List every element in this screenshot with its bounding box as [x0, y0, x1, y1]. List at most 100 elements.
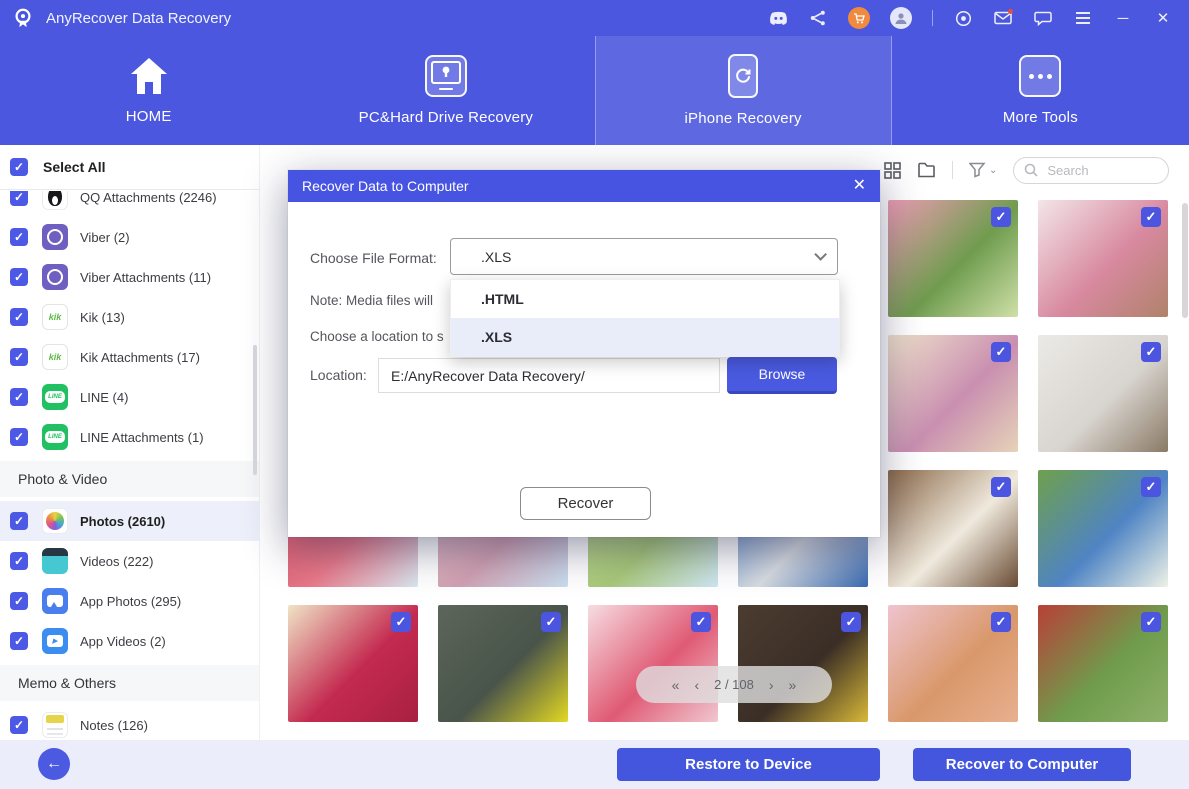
- tab-more-tools[interactable]: More Tools: [892, 36, 1189, 145]
- photo-checkbox[interactable]: [841, 612, 861, 632]
- item-checkbox[interactable]: [10, 716, 28, 734]
- recover-button[interactable]: Recover: [520, 487, 651, 520]
- videos-icon: [42, 548, 68, 574]
- photo-tile[interactable]: [738, 605, 868, 722]
- photo-tile[interactable]: [1038, 470, 1168, 587]
- sidebar-item-app-photos[interactable]: App Photos (295): [0, 581, 259, 621]
- sidebar-item-kik-attachments[interactable]: kikKik Attachments (17): [0, 337, 259, 377]
- mail-icon[interactable]: [993, 8, 1013, 28]
- photo-tile[interactable]: [288, 605, 418, 722]
- photo-tile[interactable]: [888, 335, 1018, 452]
- select-all-row[interactable]: Select All: [0, 145, 259, 190]
- item-checkbox[interactable]: [10, 348, 28, 366]
- item-checkbox[interactable]: [10, 228, 28, 246]
- photo-tile[interactable]: [438, 605, 568, 722]
- next-page-button[interactable]: ›: [769, 677, 774, 693]
- dialog-close-icon[interactable]: ✕: [853, 178, 866, 194]
- close-icon[interactable]: ✕: [1153, 8, 1173, 28]
- photo-tile[interactable]: [888, 200, 1018, 317]
- sidebar-item-label: App Photos (295): [80, 594, 181, 609]
- app-title: AnyRecover Data Recovery: [46, 10, 231, 27]
- first-page-button[interactable]: «: [672, 677, 680, 693]
- photo-checkbox[interactable]: [1141, 612, 1161, 632]
- dropdown-option[interactable]: .XLS: [451, 318, 839, 356]
- recover-to-computer-button[interactable]: Recover to Computer: [913, 748, 1131, 781]
- prev-page-button[interactable]: ‹: [694, 677, 699, 693]
- sidebar-item-photos[interactable]: Photos (2610): [0, 501, 259, 541]
- item-checkbox[interactable]: [10, 632, 28, 650]
- chat-icon[interactable]: [1033, 8, 1053, 28]
- photo-checkbox[interactable]: [391, 612, 411, 632]
- select-chevron-icon: [814, 248, 827, 261]
- sidebar-item-viber[interactable]: Viber (2): [0, 217, 259, 257]
- back-button[interactable]: ←: [38, 748, 70, 780]
- item-checkbox[interactable]: [10, 388, 28, 406]
- photo-checkbox[interactable]: [991, 207, 1011, 227]
- item-checkbox[interactable]: [10, 592, 28, 610]
- minimize-icon[interactable]: ─: [1113, 8, 1133, 28]
- grid-view-icon[interactable]: [884, 162, 901, 179]
- tab-pc-hard-drive-recovery[interactable]: PC&Hard Drive Recovery: [297, 36, 594, 145]
- discord-icon[interactable]: [768, 8, 788, 28]
- item-checkbox[interactable]: [10, 428, 28, 446]
- photo-tile[interactable]: [888, 605, 1018, 722]
- sidebar-item-videos[interactable]: Videos (222): [0, 541, 259, 581]
- sidebar-item-line[interactable]: LINELINE (4): [0, 377, 259, 417]
- sidebar-item-label: Kik Attachments (17): [80, 350, 200, 365]
- search-box[interactable]: [1013, 157, 1169, 184]
- photo-tile[interactable]: [588, 605, 718, 722]
- photo-checkbox[interactable]: [691, 612, 711, 632]
- filter-icon[interactable]: ⌄: [969, 162, 997, 178]
- sidebar-section-header: Memo & Others: [0, 665, 259, 701]
- item-checkbox[interactable]: [10, 268, 28, 286]
- search-input[interactable]: [1045, 162, 1145, 179]
- photo-checkbox[interactable]: [991, 612, 1011, 632]
- sidebar-item-label: Viber (2): [80, 230, 130, 245]
- item-checkbox[interactable]: [10, 512, 28, 530]
- file-view-icon[interactable]: [917, 162, 936, 178]
- sidebar-item-label: LINE Attachments (1): [80, 430, 204, 445]
- dropdown-option[interactable]: .HTML: [451, 280, 839, 318]
- item-checkbox[interactable]: [10, 191, 28, 206]
- sidebar-item-qq-attachments[interactable]: QQ Attachments (2246): [0, 191, 259, 217]
- viber-icon: [42, 264, 68, 290]
- item-checkbox[interactable]: [10, 308, 28, 326]
- cart-icon[interactable]: [848, 7, 870, 29]
- sidebar-item-kik[interactable]: kikKik (13): [0, 297, 259, 337]
- share-icon[interactable]: [808, 8, 828, 28]
- last-page-button[interactable]: »: [789, 677, 797, 693]
- tab-label: More Tools: [1003, 109, 1078, 126]
- restore-to-device-button[interactable]: Restore to Device: [617, 748, 880, 781]
- photo-tile[interactable]: [1038, 605, 1168, 722]
- item-checkbox[interactable]: [10, 552, 28, 570]
- photo-checkbox[interactable]: [541, 612, 561, 632]
- menu-icon[interactable]: [1073, 8, 1093, 28]
- photo-checkbox[interactable]: [1141, 207, 1161, 227]
- sidebar-item-app-videos[interactable]: ▶App Videos (2): [0, 621, 259, 661]
- browse-button[interactable]: Browse: [727, 357, 837, 394]
- photo-checkbox[interactable]: [1141, 342, 1161, 362]
- sidebar-item-line-attachments[interactable]: LINELINE Attachments (1): [0, 417, 259, 457]
- support-icon[interactable]: [953, 8, 973, 28]
- photo-tile[interactable]: [888, 470, 1018, 587]
- photo-checkbox[interactable]: [991, 342, 1011, 362]
- notes-icon: [42, 712, 68, 738]
- sidebar-scrollbar[interactable]: [253, 345, 257, 475]
- sidebar-item-notes[interactable]: Notes (126): [0, 705, 259, 740]
- tab-label: PC&Hard Drive Recovery: [359, 109, 533, 126]
- location-label: Location:: [310, 367, 367, 383]
- tab-iphone-recovery[interactable]: iPhone Recovery: [595, 36, 892, 145]
- file-format-select[interactable]: .XLS: [450, 238, 838, 275]
- sidebar-item-viber-attachments[interactable]: Viber Attachments (11): [0, 257, 259, 297]
- select-all-checkbox[interactable]: [10, 158, 28, 176]
- tab-home[interactable]: HOME: [0, 36, 297, 145]
- content-scrollbar[interactable]: [1182, 203, 1188, 318]
- avatar-icon[interactable]: [890, 7, 912, 29]
- location-input[interactable]: [378, 358, 720, 393]
- photo-checkbox[interactable]: [1141, 477, 1161, 497]
- app-videos-icon: ▶: [42, 628, 68, 654]
- photo-tile[interactable]: [1038, 200, 1168, 317]
- pagination: « ‹ 2 / 108 › »: [636, 666, 832, 703]
- photo-tile[interactable]: [1038, 335, 1168, 452]
- photo-checkbox[interactable]: [991, 477, 1011, 497]
